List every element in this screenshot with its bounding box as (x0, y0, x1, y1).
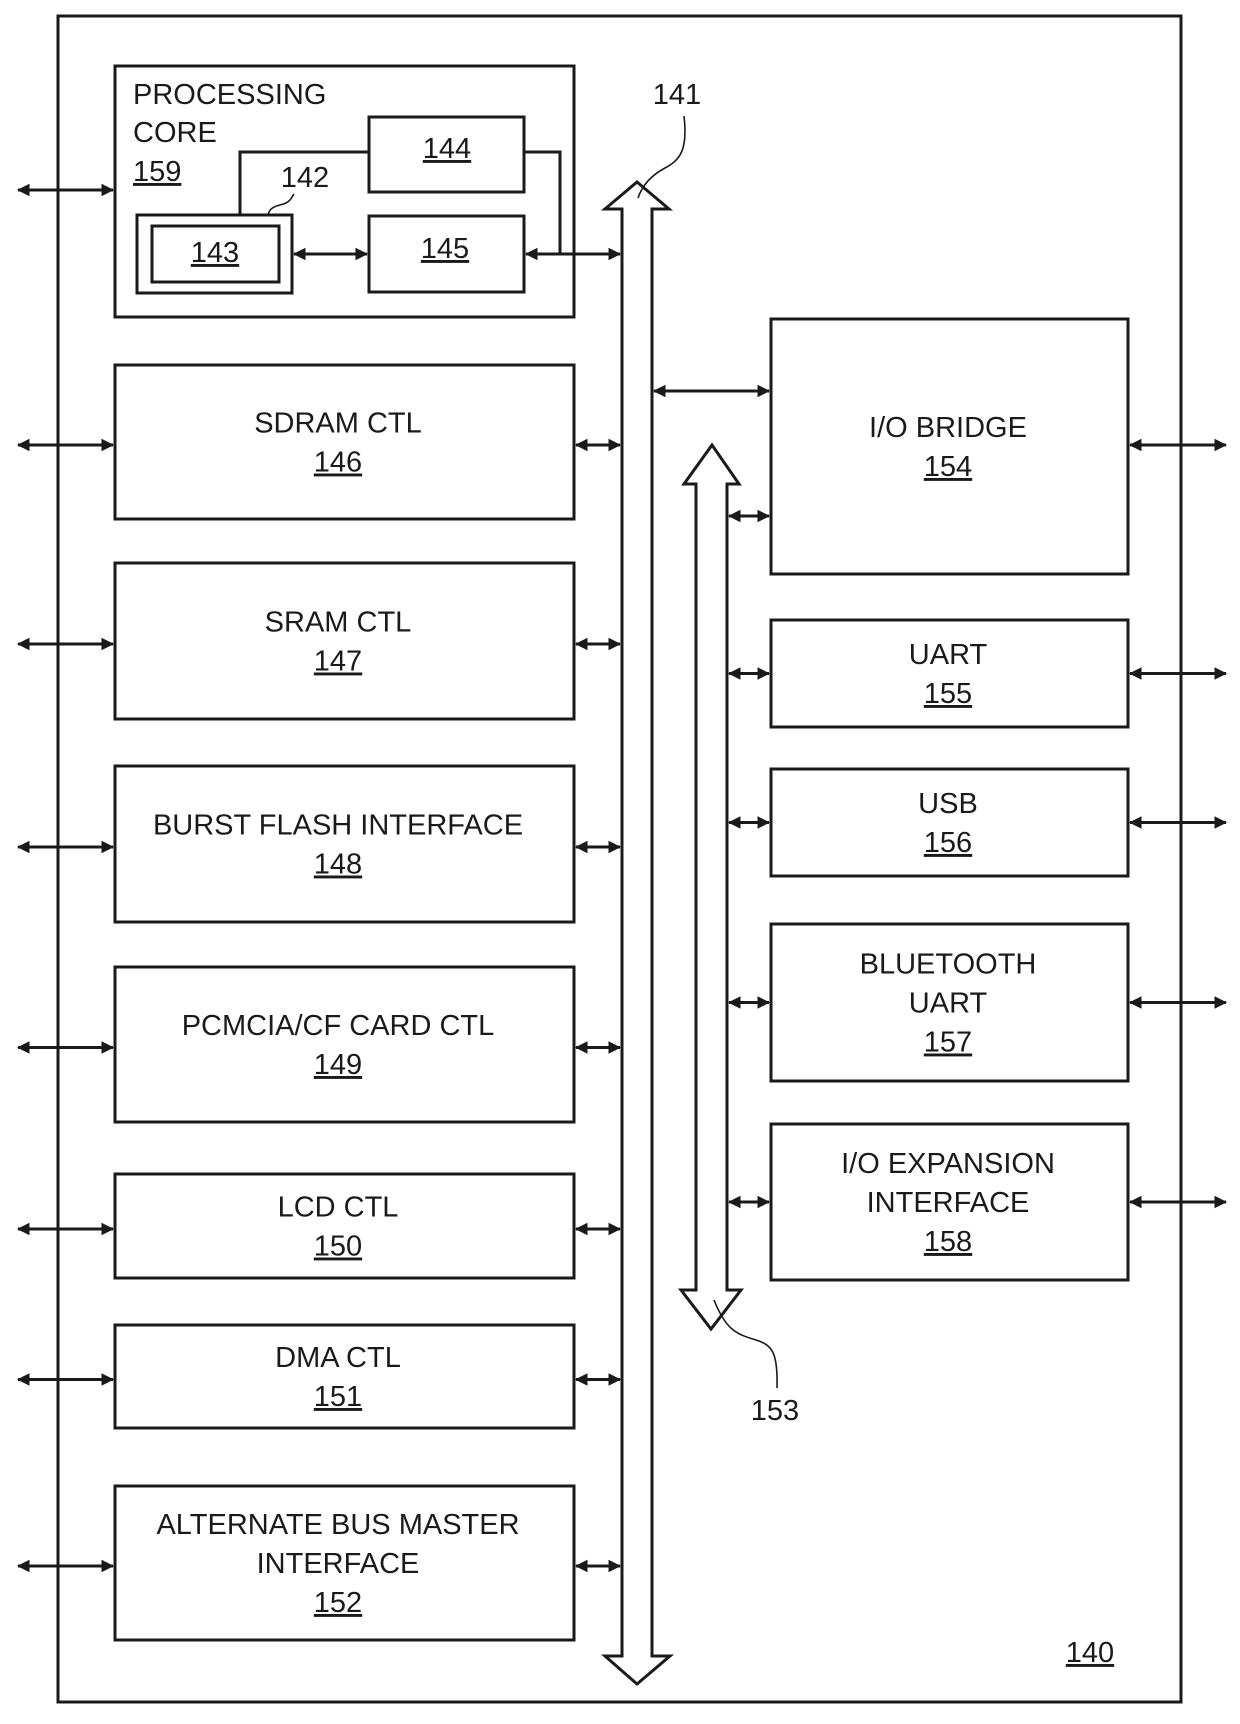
block-149-box (113, 965, 576, 1124)
block-156-label-line-1: USB (918, 788, 978, 820)
block-157-label-line-1: BLUETOOTH (860, 949, 1037, 981)
block-145-ref: 145 (421, 233, 469, 265)
block-158-label-line-1: I/O EXPANSION (841, 1148, 1055, 1180)
block-146-ref: 146 (314, 447, 362, 479)
block-147-ref: 147 (314, 646, 362, 678)
block-149-ref: 149 (314, 1049, 362, 1081)
block-152-ref: 152 (314, 1587, 362, 1619)
block-155-ref: 155 (924, 678, 972, 710)
block-149-label-line-1: PCMCIA/CF CARD CTL (182, 1010, 495, 1042)
block-148-label-line-1: BURST FLASH INTERFACE (153, 810, 523, 842)
block-147-box (113, 561, 576, 721)
block-156-ref: 156 (924, 827, 972, 859)
processing-core-title-line-1: PROCESSING (133, 79, 326, 111)
block-146-box (113, 363, 576, 521)
block-154-ref: 154 (924, 451, 972, 483)
block-158-ref: 158 (924, 1226, 972, 1258)
block-148-ref: 148 (314, 849, 362, 881)
block-151-label-line-1: DMA CTL (275, 1342, 401, 1374)
block-143-ref: 143 (191, 237, 239, 269)
block-154-box (769, 317, 1130, 576)
processing-core-ref: 159 (133, 156, 181, 188)
processing-core-title-line-2: CORE (133, 117, 217, 149)
block-152-label-line-1: ALTERNATE BUS MASTER (156, 1509, 519, 1541)
block-150-ref: 150 (314, 1231, 362, 1263)
block-diagram: 140 PROCESSING CORE 159 143 142 144 145 … (16, 14, 1228, 1704)
bus-141-ref: 141 (653, 79, 701, 111)
block-144-ref: 144 (423, 133, 471, 165)
block-150-label-line-1: LCD CTL (278, 1192, 399, 1224)
block-156-box (769, 767, 1130, 878)
block-147-label-line-1: SRAM CTL (265, 607, 412, 639)
block-155-label-line-1: UART (909, 639, 988, 671)
block-154-label-line-1: I/O BRIDGE (869, 412, 1027, 444)
block-157-ref: 157 (924, 1027, 972, 1059)
block-151-ref: 151 (314, 1381, 362, 1413)
block-148-box (113, 764, 576, 924)
block-146-label-line-1: SDRAM CTL (254, 408, 422, 440)
block-152-label-line-2: INTERFACE (257, 1548, 420, 1580)
system-ref-label: 140 (1066, 1637, 1114, 1669)
block-158-label-line-2: INTERFACE (867, 1187, 1030, 1219)
block-155-box (769, 618, 1130, 729)
block-157-label-line-2: UART (909, 988, 988, 1020)
block-142-ref: 142 (281, 162, 329, 194)
bus-153-ref: 153 (751, 1395, 799, 1427)
